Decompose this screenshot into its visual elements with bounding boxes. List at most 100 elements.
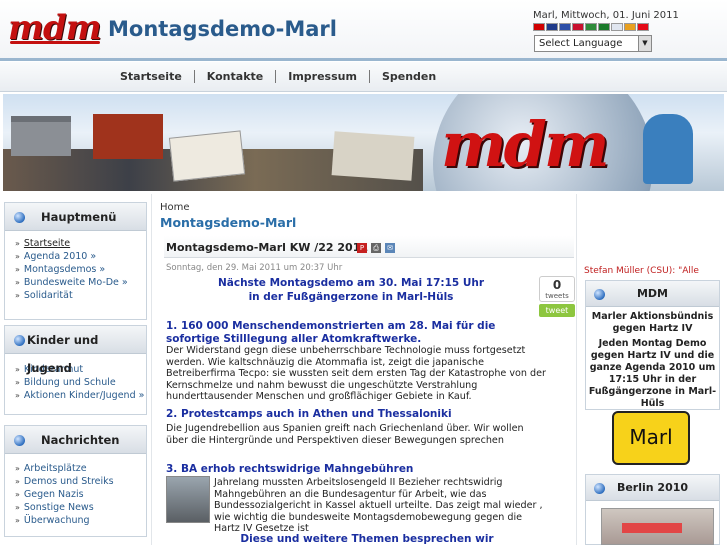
tr-flag-icon[interactable] (637, 23, 649, 31)
bullet-globe-icon (594, 289, 605, 300)
menu-item-label[interactable]: Agenda 2010 » (24, 251, 96, 262)
ru-flag-icon[interactable] (611, 23, 623, 31)
section-1-title: 1. 160 000 Menschendemonstrierten am 28.… (166, 320, 496, 345)
menu-item-label[interactable]: Aktionen Kinder/Jugend » (24, 390, 145, 401)
section-2-title: 2. Protestcamps auch in Athen und Thessa… (166, 408, 452, 420)
mdm-line-2: Jeden Montag Demo gegen Hartz IV und die… (588, 338, 717, 409)
nl-flag-icon[interactable] (572, 23, 584, 31)
menu-item-label[interactable]: Demos und Streiks (24, 476, 114, 487)
double-arrow-icon: » (15, 391, 20, 400)
article-date: Sonntag, den 29. Mai 2011 um 20:37 Uhr (166, 263, 343, 273)
main-content: Home Montagsdemo-Marl Montagsdemo-Marl K… (151, 194, 577, 545)
bullet-globe-icon (594, 483, 605, 494)
section-3-body: Jahrelang mussten Arbeitslosengeld II Be… (214, 477, 543, 534)
mdm-description: Marler Aktionsbündnis gegen Hartz IV Jed… (586, 307, 719, 410)
section-1-body: Der Widerstand gegn diese unbeherrschbar… (166, 345, 546, 402)
mdm-box: MDM Marler Aktionsbündnis gegen Hartz IV… (585, 280, 720, 423)
berlin-header: Berlin 2010 (586, 475, 719, 501)
menu-item-label[interactable]: Gegen Nazis (24, 489, 84, 500)
language-flags (533, 23, 649, 31)
email-icon[interactable]: ✉ (385, 243, 395, 253)
protest-flag-image (93, 114, 163, 159)
menu-item-aktionen[interactable]: » Aktionen Kinder/Jugend » (15, 389, 146, 402)
double-arrow-icon: » (15, 477, 20, 486)
nav-item-kontakte[interactable]: Kontakte (195, 70, 277, 83)
news-ticker[interactable]: Stefan Müller (CSU): "Alle (584, 266, 699, 276)
left-sidebar: Hauptmenü » Startseite » Agenda 2010 » » Mo… (0, 194, 150, 545)
menu-item-label[interactable]: Bundesweite Mo-De » (24, 277, 128, 288)
protest-sign-image (331, 131, 415, 181)
tweet-count-label: tweets (545, 292, 569, 300)
nachrichten-title: Nachrichten (41, 433, 120, 447)
nav-item-impressum[interactable]: Impressum (276, 70, 370, 83)
es-flag-icon[interactable] (624, 23, 636, 31)
berlin-photo[interactable] (601, 508, 714, 545)
menu-item-demos[interactable]: » Demos und Streiks (15, 475, 146, 488)
hauptmenu-header: Hauptmenü (5, 203, 146, 231)
tweet-button[interactable]: tweet (539, 304, 575, 317)
de-flag-icon[interactable] (533, 23, 545, 31)
menu-item-label[interactable]: Startseite (24, 238, 70, 249)
article-header: Montagsdemo-Marl KW /22 2011 P ⎙ ✉ (164, 236, 574, 258)
marl-town-sign: Marl (612, 411, 690, 465)
menu-item-label[interactable]: Arbeitsplätze (24, 463, 87, 474)
double-arrow-icon: » (15, 278, 20, 287)
menu-item-label[interactable]: Überwachung (24, 515, 90, 526)
runner-figure-image (643, 114, 693, 184)
menu-item-solidaritaet[interactable]: » Solidarität (15, 289, 146, 302)
header: mdm Montagsdemo-Marl Marl, Mittwoch, 01.… (0, 0, 727, 60)
pdf-icon[interactable]: P (357, 243, 367, 253)
footer-line: Diese und weitere Themen besprechen wir (240, 533, 494, 545)
mdm-title: MDM (636, 287, 669, 300)
double-arrow-icon: » (15, 291, 20, 300)
menu-item-label[interactable]: Sonstige News (24, 502, 94, 513)
article-title[interactable]: Montagsdemo-Marl KW /22 2011 (166, 241, 368, 254)
pt-flag-icon[interactable] (598, 23, 610, 31)
article-thumbnail (166, 476, 210, 523)
print-icon[interactable]: ⎙ (371, 243, 381, 253)
menu-item-sonstige[interactable]: » Sonstige News (15, 501, 146, 514)
site-logo[interactable]: mdm (8, 8, 102, 52)
page-title: Montagsdemo-Marl (160, 215, 297, 230)
gb-flag-icon[interactable] (546, 23, 558, 31)
site-title[interactable]: Montagsdemo-Marl (108, 17, 337, 41)
kinder-header: Kinder und Jugend (5, 326, 146, 375)
menu-item-label[interactable]: Montagsdemos » (24, 264, 105, 275)
tweet-count-value: 0 (552, 278, 562, 292)
menu-item-montagsdemos[interactable]: » Montagsdemos » (15, 263, 146, 276)
nachrichten-header: Nachrichten (5, 426, 146, 454)
breadcrumb[interactable]: Home (160, 202, 190, 213)
double-arrow-icon: » (15, 252, 20, 261)
headline-next-demo: Nächste Montagsdemo am 30. Mai 17:15 Uhr (217, 277, 485, 289)
menu-item-label[interactable]: Solidarität (24, 290, 73, 301)
bullet-globe-icon (14, 435, 25, 446)
chevron-down-icon[interactable]: ▼ (638, 36, 651, 51)
menu-item-arbeitsplaetze[interactable]: » Arbeitsplätze (15, 462, 146, 475)
header-divider (0, 58, 727, 61)
nav-item-startseite[interactable]: Startseite (108, 70, 195, 83)
menu-item-bundesweite[interactable]: » Bundesweite Mo-De » (15, 276, 146, 289)
menu-item-ueberwachung[interactable]: » Überwachung (15, 514, 146, 527)
it-flag-icon[interactable] (585, 23, 597, 31)
fr-flag-icon[interactable] (559, 23, 571, 31)
header-banner-image: mdm (3, 94, 724, 191)
menu-item-startseite[interactable]: » Startseite (15, 237, 146, 250)
menu-item-agenda[interactable]: » Agenda 2010 » (15, 250, 146, 263)
double-arrow-icon: » (15, 265, 20, 274)
nachrichten-box: Nachrichten » Arbeitsplätze » Demos und St… (4, 425, 147, 537)
tweet-widget: 0 tweets tweet (539, 276, 575, 322)
language-select[interactable]: Select Language ▼ (534, 35, 652, 52)
nav-item-spenden[interactable]: Spenden (370, 70, 448, 83)
section-2-body: Die Jugendrebellion aus Spanien greift n… (166, 423, 524, 446)
menu-item-nazis[interactable]: » Gegen Nazis (15, 488, 146, 501)
double-arrow-icon: » (15, 378, 20, 387)
bullet-globe-icon (14, 335, 25, 346)
right-sidebar: Stefan Müller (CSU): "Alle MDM Marler Ak… (579, 194, 727, 545)
kinder-box: Kinder und Jugend »Kinderarmut »Bildung … (4, 325, 147, 415)
double-arrow-icon: » (15, 503, 20, 512)
banner-logo: mdm (441, 108, 610, 181)
current-date: Marl, Mittwoch, 01. Juni 2011 (533, 10, 679, 21)
double-arrow-icon: » (15, 239, 20, 248)
brandenburg-gate-image (11, 116, 71, 156)
page: mdm Montagsdemo-Marl Marl, Mittwoch, 01.… (0, 0, 727, 545)
